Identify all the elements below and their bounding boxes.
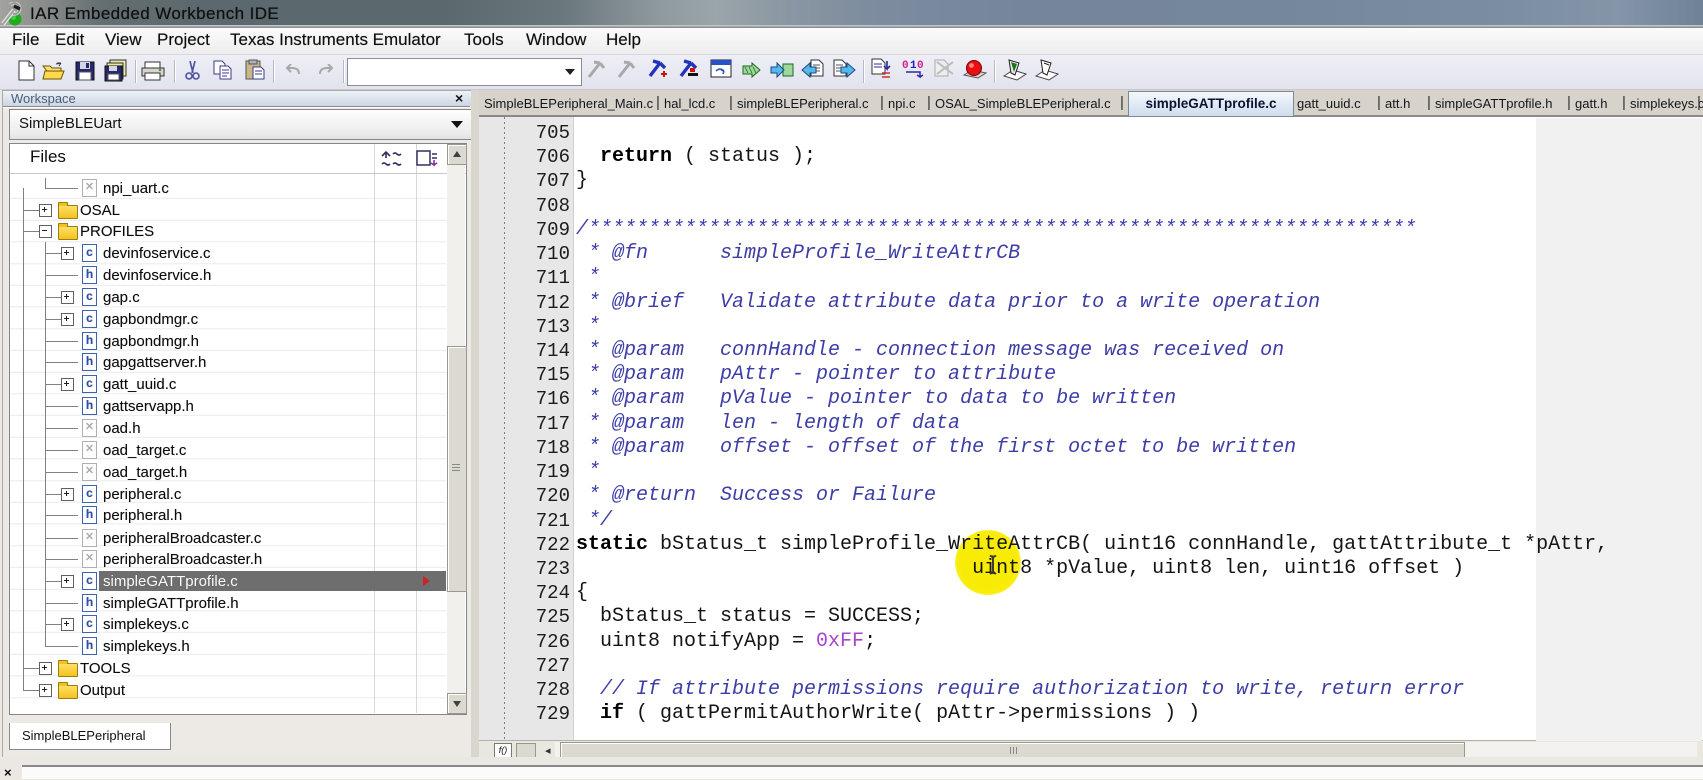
- svg-text:1: 1: [910, 60, 917, 72]
- svg-text:0: 0: [917, 60, 924, 72]
- svg-text:0: 0: [902, 60, 909, 72]
